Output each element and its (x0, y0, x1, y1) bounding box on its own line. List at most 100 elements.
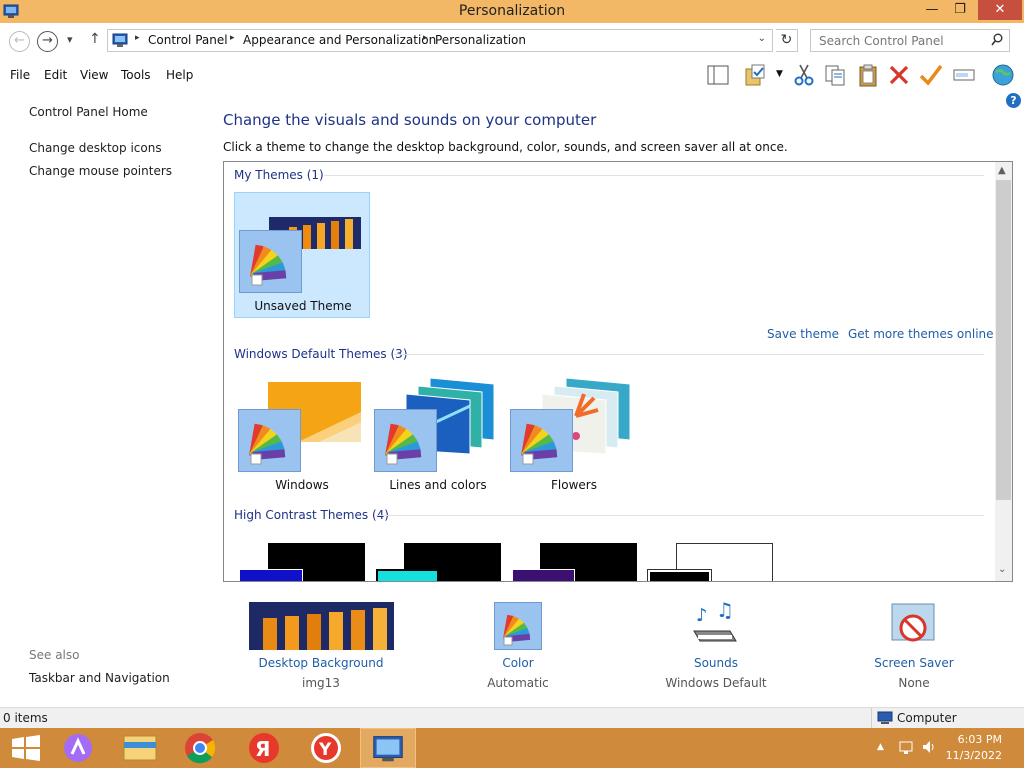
address-row: ← → ▾ ↑ ▸ Control Panel ▸ Appearance and… (0, 23, 1024, 59)
network-icon[interactable] (898, 739, 914, 755)
volume-icon[interactable] (921, 739, 937, 755)
status-bar: 0 items Computer (0, 707, 1024, 729)
properties-icon[interactable] (744, 63, 768, 87)
desktop-background-thumbnail[interactable] (249, 602, 394, 650)
theme-high-contrast-2-window (376, 569, 439, 581)
up-button[interactable]: ↑ (89, 31, 101, 47)
theme-lines-and-colors[interactable]: Lines and colors (370, 372, 506, 498)
copy-icon[interactable] (823, 63, 847, 87)
high-contrast-themes-title: High Contrast Themes (4) (234, 508, 389, 522)
breadcrumb-appearance[interactable]: Appearance and Personalization (243, 33, 436, 47)
sounds-icon[interactable]: ♪ ♫ (690, 601, 740, 651)
save-theme-link[interactable]: Save theme (767, 327, 839, 341)
menu-file[interactable]: File (10, 68, 30, 82)
screen-saver-link[interactable]: Screen Saver (864, 656, 964, 670)
see-also-label: See also (29, 648, 80, 662)
scroll-thumb[interactable] (996, 180, 1011, 500)
default-themes-title: Windows Default Themes (3) (234, 347, 408, 361)
theme-windows[interactable]: Windows (234, 372, 370, 498)
theme-flowers[interactable]: Flowers (506, 372, 642, 498)
theme-unsaved[interactable]: Unsaved Theme (234, 192, 370, 318)
sounds-link[interactable]: Sounds (660, 656, 772, 670)
color-value: Automatic (487, 676, 549, 690)
search-placeholder: Search Control Panel (819, 34, 944, 48)
sounds-value: Windows Default (665, 676, 767, 690)
item-count: 0 items (3, 711, 48, 725)
menu-view[interactable]: View (80, 68, 108, 82)
close-button[interactable]: ✕ (978, 0, 1022, 20)
refresh-button[interactable]: ↻ (776, 29, 798, 52)
maximize-button[interactable]: ❐ (946, 0, 974, 20)
window-title: Personalization (458, 3, 566, 19)
color-palette-icon (510, 409, 573, 472)
color-link[interactable]: Color (468, 656, 568, 670)
cut-icon[interactable] (792, 63, 816, 87)
search-icon[interactable] (991, 33, 1003, 47)
page-subheading: Click a theme to change the desktop back… (223, 140, 788, 154)
tray-overflow-button[interactable]: ▲ (877, 742, 884, 752)
alice-assistant-icon[interactable] (52, 728, 108, 768)
properties-dropdown-icon[interactable]: ▼ (776, 69, 783, 79)
back-button[interactable]: ← (9, 31, 30, 52)
globe-icon[interactable] (991, 63, 1015, 87)
address-dropdown-button[interactable]: ⌄ (758, 33, 766, 44)
theme-label: Lines and colors (389, 478, 487, 492)
desktop-background-link[interactable]: Desktop Background (248, 656, 394, 670)
breadcrumb-separator: ▸ (135, 33, 140, 43)
svg-text:♫: ♫ (716, 601, 734, 622)
yandex-browser-icon[interactable]: Y (298, 728, 354, 768)
screen-saver-value: None (898, 676, 930, 690)
taskbar: Я Y ▲ 6:03 PM 11/3/2022 (0, 728, 1024, 768)
scroll-down-button[interactable]: ⌄ (998, 564, 1006, 575)
paste-icon[interactable] (856, 63, 880, 87)
color-palette-icon (238, 409, 301, 472)
themes-list[interactable]: My Themes (1) Unsaved Theme Save theme G… (223, 161, 1013, 582)
layout-icon[interactable] (706, 63, 730, 87)
help-icon[interactable]: ? (1006, 93, 1021, 108)
theme-high-contrast-black-window (512, 569, 575, 581)
svg-text:♪: ♪ (696, 605, 708, 626)
checkmark-icon[interactable] (919, 63, 943, 87)
scroll-up-button[interactable]: ▲ (998, 165, 1006, 176)
breadcrumb-separator[interactable]: ▸ (423, 33, 428, 43)
taskbar-navigation-link[interactable]: Taskbar and Navigation (29, 671, 170, 685)
themes-scrollbar[interactable]: ▲ ⌄ (995, 162, 1012, 581)
breadcrumb-control-panel[interactable]: Control Panel (148, 33, 228, 47)
menu-help[interactable]: Help (166, 68, 193, 82)
delete-icon[interactable] (887, 63, 911, 87)
color-setting-icon[interactable] (494, 602, 542, 650)
yandex-icon[interactable]: Я (236, 728, 292, 768)
clock-time[interactable]: 6:03 PM (958, 733, 1002, 746)
svg-text:Y: Y (318, 740, 332, 760)
screen-saver-icon[interactable] (888, 600, 938, 650)
minimize-button[interactable]: — (918, 0, 946, 20)
group-divider (376, 515, 984, 516)
page-heading: Change the visuals and sounds on your co… (223, 111, 597, 129)
computer-icon (877, 711, 893, 724)
forward-button[interactable]: → (37, 31, 58, 52)
svg-text:Я: Я (255, 737, 270, 761)
change-mouse-pointers-link[interactable]: Change mouse pointers (29, 164, 172, 178)
clock-date[interactable]: 11/3/2022 (946, 749, 1002, 762)
breadcrumb-personalization[interactable]: Personalization (435, 33, 526, 47)
windows-start-icon[interactable] (0, 728, 56, 768)
change-desktop-icons-link[interactable]: Change desktop icons (29, 141, 162, 155)
search-box[interactable]: Search Control Panel (810, 29, 1010, 52)
recent-locations-button[interactable]: ▾ (67, 33, 73, 46)
address-bar[interactable]: ▸ Control Panel ▸ Appearance and Persona… (107, 29, 773, 52)
get-more-themes-link[interactable]: Get more themes online (848, 327, 994, 341)
menu-tools[interactable]: Tools (121, 68, 151, 82)
status-divider (871, 708, 872, 729)
menu-bar: File Edit View Tools Help ▼ (0, 59, 1024, 91)
my-themes-title: My Themes (1) (234, 168, 324, 182)
rename-icon[interactable] (952, 63, 976, 87)
menu-edit[interactable]: Edit (44, 68, 67, 82)
color-palette-icon (374, 409, 437, 472)
breadcrumb-separator[interactable]: ▸ (230, 33, 235, 43)
chrome-icon[interactable] (172, 728, 228, 768)
file-explorer-icon[interactable] (112, 728, 168, 768)
control-panel-taskbar-icon[interactable] (360, 728, 416, 768)
theme-label: Flowers (551, 478, 597, 492)
theme-high-contrast-1-window (239, 569, 303, 581)
control-panel-home-link[interactable]: Control Panel Home (29, 105, 148, 119)
